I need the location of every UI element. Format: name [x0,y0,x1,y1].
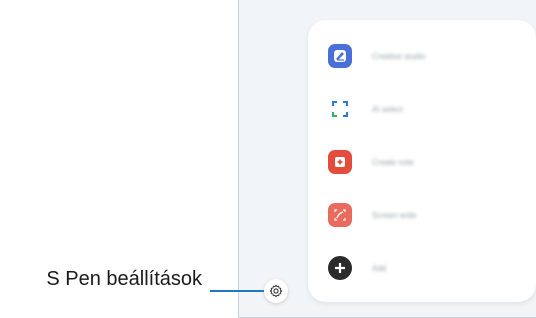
creative-studio-icon [328,44,352,68]
menu-item-creative-studio[interactable]: Creative studio [328,36,528,76]
callout-label: S Pen beállítások [46,268,202,290]
menu-label: Create note [372,157,414,167]
menu-label: Creative studio [372,51,426,61]
menu-item-add[interactable]: Add [328,248,528,288]
menu-item-create-note[interactable]: Create note [328,142,528,182]
screen-write-icon [328,203,352,227]
menu-label: Screen write [372,210,417,220]
s-pen-settings-button[interactable] [264,279,288,303]
menu-item-screen-write[interactable]: Screen write [328,195,528,235]
create-note-icon [328,150,352,174]
menu-label: AI select [372,104,403,114]
air-command-menu: Creative studio AI select Create note Sc… [308,20,536,302]
menu-item-ai-select[interactable]: AI select [328,89,528,129]
callout-line [210,290,264,292]
gear-icon [269,284,283,298]
ai-select-icon [328,97,352,121]
menu-label: Add [372,263,387,273]
add-icon [328,256,352,280]
